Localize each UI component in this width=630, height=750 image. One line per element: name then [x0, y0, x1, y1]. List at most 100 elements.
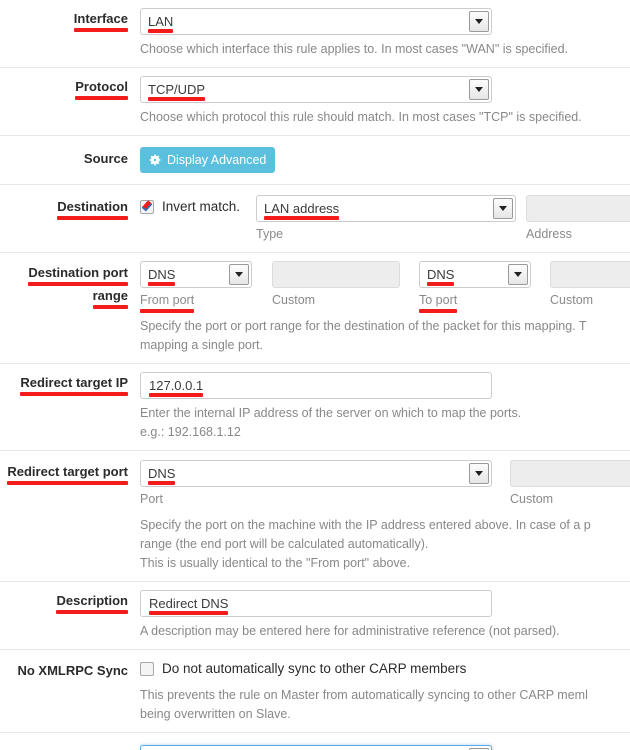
interface-help: Choose which interface this rule applies… [140, 42, 569, 56]
chevron-down-icon[interactable] [508, 264, 528, 285]
destination-type-select[interactable]: LAN address [256, 195, 517, 222]
protocol-label-text: Protocol [75, 79, 128, 100]
to-custom-group: Custom [550, 261, 630, 308]
description-input[interactable]: Redirect DNS [140, 590, 492, 617]
destination-type-group: LAN address Type [256, 195, 517, 242]
redirect-target-port-value: DNS [148, 466, 176, 485]
chevron-down-icon[interactable] [469, 79, 489, 100]
protocol-help: Choose which protocol this rule should m… [140, 110, 582, 124]
redirect-target-port-label: Redirect target port [0, 451, 140, 485]
interface-label: Interface [0, 0, 140, 32]
redirect-target-ip-help-line2: e.g.: 192.168.1.12 [140, 425, 241, 439]
from-custom-sublabel: Custom [272, 293, 316, 307]
nat-port-forward-form: Interface LAN Choose which interface thi… [0, 0, 630, 750]
redirect-target-port-field: DNS Port Custom Specify the port on the … [140, 451, 630, 581]
redirect-target-port-help-line2: range (the end port will be calculated a… [140, 537, 429, 551]
no-xmlrpc-sync-label-text: No XMLRPC Sync [17, 663, 128, 678]
form-row-protocol: Protocol TCP/UDP Choose which protocol t… [0, 68, 630, 136]
form-row-redirect-target-port: Redirect target port DNS Port Custom Spe… [0, 451, 630, 582]
from-port-sublabel: From port [140, 293, 195, 313]
description-label: Description [0, 582, 140, 614]
no-xmlrpc-sync-checkbox-label: Do not automatically sync to other CARP … [162, 661, 467, 676]
to-port-sublabel: To port [419, 293, 458, 313]
from-port-group: DNS From port [140, 261, 252, 313]
redirect-target-port-sublabel: Port [140, 492, 163, 506]
chevron-down-icon[interactable] [469, 11, 489, 32]
destination-address-group: Address [526, 195, 630, 242]
destination-type-value: LAN address [264, 201, 340, 220]
destination-port-range-help-line2: mapping a single port. [140, 338, 263, 352]
redirect-target-port-help-line3: This is usually identical to the "From p… [140, 556, 411, 570]
destination-address-input[interactable] [526, 195, 630, 222]
destination-port-range-label: Destination port range [0, 253, 140, 309]
form-row-destination: Destination Invert match. LAN address Ty… [0, 185, 630, 253]
redirect-target-ip-label: Redirect target IP [0, 364, 140, 396]
chevron-down-icon[interactable] [469, 463, 489, 484]
description-field: Redirect DNS A description may be entere… [140, 582, 630, 649]
redirect-target-ip-help-line1: Enter the internal IP address of the ser… [140, 406, 522, 420]
form-row-no-xmlrpc-sync: No XMLRPC Sync Do not automatically sync… [0, 650, 630, 733]
destination-port-range-field: DNS From port Custom DNS To port Custom … [140, 253, 630, 363]
to-port-group: DNS To port [419, 261, 531, 313]
to-port-select[interactable]: DNS [419, 261, 531, 288]
no-xmlrpc-sync-label: No XMLRPC Sync [0, 650, 140, 679]
redirect-port-group: DNS Port [140, 460, 492, 507]
redirect-target-ip-input[interactable]: 127.0.0.1 [140, 372, 492, 399]
description-label-text: Description [56, 593, 128, 614]
chevron-down-icon[interactable] [493, 198, 514, 219]
destination-port-range-label-line1: Destination port [28, 265, 128, 286]
source-label-text: Source [83, 151, 128, 166]
redirect-target-ip-value: 127.0.0.1 [149, 378, 204, 397]
redirect-custom-sublabel: Custom [510, 492, 554, 506]
nat-reflection-field: Disable [140, 733, 630, 750]
display-advanced-label: Display Advanced [167, 152, 267, 167]
interface-select[interactable]: LAN [140, 8, 492, 35]
protocol-label: Protocol [0, 68, 140, 100]
interface-select-value: LAN [148, 14, 174, 33]
protocol-select-value: TCP/UDP [148, 82, 206, 101]
interface-field: LAN Choose which interface this rule app… [140, 0, 630, 67]
from-port-select[interactable]: DNS [140, 261, 252, 288]
to-port-value: DNS [427, 267, 455, 286]
from-custom-input[interactable] [272, 261, 400, 288]
protocol-select[interactable]: TCP/UDP [140, 76, 492, 103]
destination-address-sublabel: Address [526, 227, 572, 241]
form-row-destination-port-range: Destination port range DNS From port Cus… [0, 253, 630, 364]
port-range-grid: DNS From port Custom DNS To port Custom [140, 261, 630, 313]
destination-type-sublabel: Type [256, 227, 284, 241]
no-xmlrpc-sync-checkbox[interactable] [140, 661, 154, 676]
redirect-target-port-label-text: Redirect target port [7, 464, 128, 485]
from-custom-group: Custom [272, 261, 400, 308]
to-custom-sublabel: Custom [550, 293, 594, 307]
destination-port-range-help-line1: Specify the port or port range for the d… [140, 319, 587, 333]
no-xmlrpc-sync-field: Do not automatically sync to other CARP … [140, 650, 630, 732]
form-row-nat-reflection: NAT reflection Disable [0, 733, 630, 750]
invert-match-checkbox[interactable] [140, 199, 154, 214]
nat-reflection-select[interactable]: Disable [140, 745, 492, 750]
to-custom-input[interactable] [550, 261, 630, 288]
display-advanced-button[interactable]: Display Advanced [140, 147, 276, 173]
destination-port-range-label-line2: range [92, 288, 129, 309]
redirect-target-port-help-line1: Specify the port on the machine with the… [140, 518, 591, 532]
form-row-description: Description Redirect DNS A description m… [0, 582, 630, 650]
description-value: Redirect DNS [149, 596, 229, 615]
destination-field: Invert match. LAN address Type Address [140, 185, 630, 252]
protocol-field: TCP/UDP Choose which protocol this rule … [140, 68, 630, 135]
form-row-redirect-target-ip: Redirect target IP 127.0.0.1 Enter the i… [0, 364, 630, 451]
source-label: Source [0, 136, 140, 167]
no-xmlrpc-sync-help-line1: This prevents the rule on Master from au… [140, 688, 588, 702]
destination-label: Destination [0, 185, 140, 220]
source-field: Display Advanced [140, 136, 630, 184]
invert-match-label: Invert match. [162, 199, 241, 214]
redirect-target-ip-label-text: Redirect target IP [20, 375, 128, 396]
redirect-custom-input[interactable] [510, 460, 630, 487]
redirect-target-port-select[interactable]: DNS [140, 460, 492, 487]
no-xmlrpc-sync-control[interactable]: Do not automatically sync to other CARP … [140, 661, 466, 676]
nat-reflection-label: NAT reflection [0, 733, 140, 750]
gear-icon [148, 153, 162, 167]
chevron-down-icon[interactable] [229, 264, 249, 285]
no-xmlrpc-sync-help-line2: being overwritten on Slave. [140, 707, 291, 721]
interface-label-text: Interface [73, 11, 129, 32]
destination-label-text: Destination [57, 199, 128, 220]
invert-match-control[interactable]: Invert match. [140, 199, 240, 214]
